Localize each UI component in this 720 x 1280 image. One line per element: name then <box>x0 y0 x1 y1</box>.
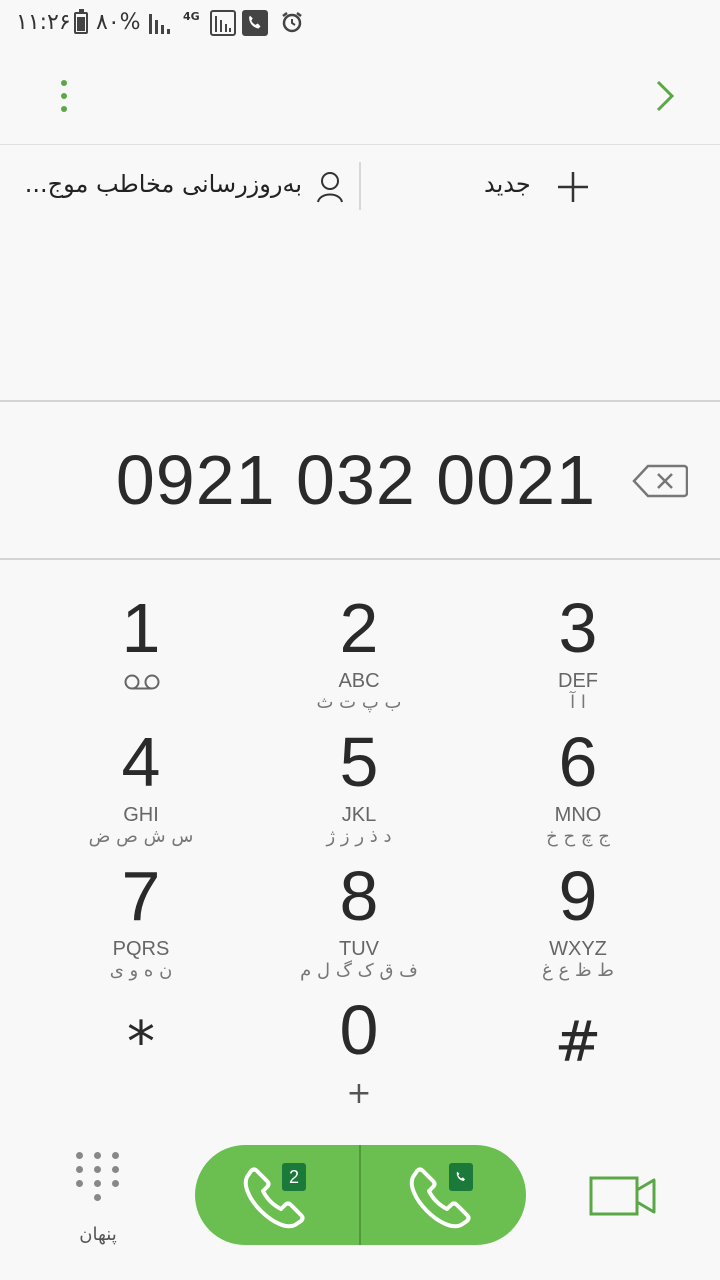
signal-icon <box>149 14 170 34</box>
create-new-contact-button[interactable]: جدید <box>362 144 720 232</box>
voicemail-icon <box>124 674 160 690</box>
key-8[interactable]: 8 TUV ف ق ک گ ل م <box>249 858 469 988</box>
call-sim1-button[interactable] <box>361 1145 525 1245</box>
top-bar <box>0 48 720 145</box>
key-7[interactable]: 7 PQRS ن ه و ی <box>31 858 251 988</box>
hide-keypad-button[interactable]: پنهان <box>56 1148 140 1248</box>
key-0[interactable]: 0 + <box>249 992 469 1122</box>
key-6[interactable]: 6 MNO ج چ ح خ <box>468 724 688 854</box>
battery-percent: ۸۰% <box>96 10 141 35</box>
key-hash[interactable]: # <box>468 992 688 1122</box>
person-icon <box>317 172 343 203</box>
keypad-icon <box>74 1148 122 1212</box>
new-contact-label: جدید <box>484 170 531 198</box>
key-1[interactable]: 1 <box>31 590 251 720</box>
key-star[interactable]: * <box>31 992 251 1122</box>
call-status-icon <box>242 10 268 36</box>
contact-actions: بەروزرسانی مخاطب موج... جدید <box>0 144 720 232</box>
status-bar: ۱۱:۲۶ ۸۰% 4G <box>0 0 720 48</box>
call-buttons: 2 <box>195 1145 526 1245</box>
update-existing-contact-button[interactable]: بەروزرسانی مخاطب موج... <box>0 144 358 232</box>
more-options-icon[interactable] <box>52 78 76 114</box>
divider <box>359 162 361 210</box>
dialed-number[interactable]: 0921 032 0021 <box>116 440 596 520</box>
network-type: 4G <box>183 10 200 23</box>
key-9[interactable]: 9 WXYZ ط ظ ع غ <box>468 858 688 988</box>
sim2-badge: 2 <box>282 1163 306 1191</box>
update-contact-label: بەروزرسانی مخاطب موج... <box>24 170 302 198</box>
video-call-icon[interactable] <box>588 1172 658 1220</box>
sim-signal-icon <box>210 10 236 36</box>
status-time: ۱۱:۲۶ <box>16 10 71 35</box>
alarm-icon <box>282 12 302 33</box>
bottom-bar: پنهان 2 <box>0 1120 720 1280</box>
chevron-right-icon[interactable] <box>650 76 680 116</box>
key-5[interactable]: 5 JKL د ذ ر ز ژ <box>249 724 469 854</box>
number-display: 0921 032 0021 <box>0 400 720 560</box>
battery-icon <box>74 9 88 34</box>
sim1-call-badge-icon <box>449 1163 473 1191</box>
key-3[interactable]: 3 DEF ا آ <box>468 590 688 720</box>
plus-icon <box>558 172 588 202</box>
key-2[interactable]: 2 ABC ب پ ت ث <box>249 590 469 720</box>
call-sim2-button[interactable]: 2 <box>195 1145 359 1245</box>
key-4[interactable]: 4 GHI س ش ص ض <box>31 724 251 854</box>
backspace-icon[interactable] <box>632 464 688 498</box>
hide-label: پنهان <box>79 1224 117 1245</box>
